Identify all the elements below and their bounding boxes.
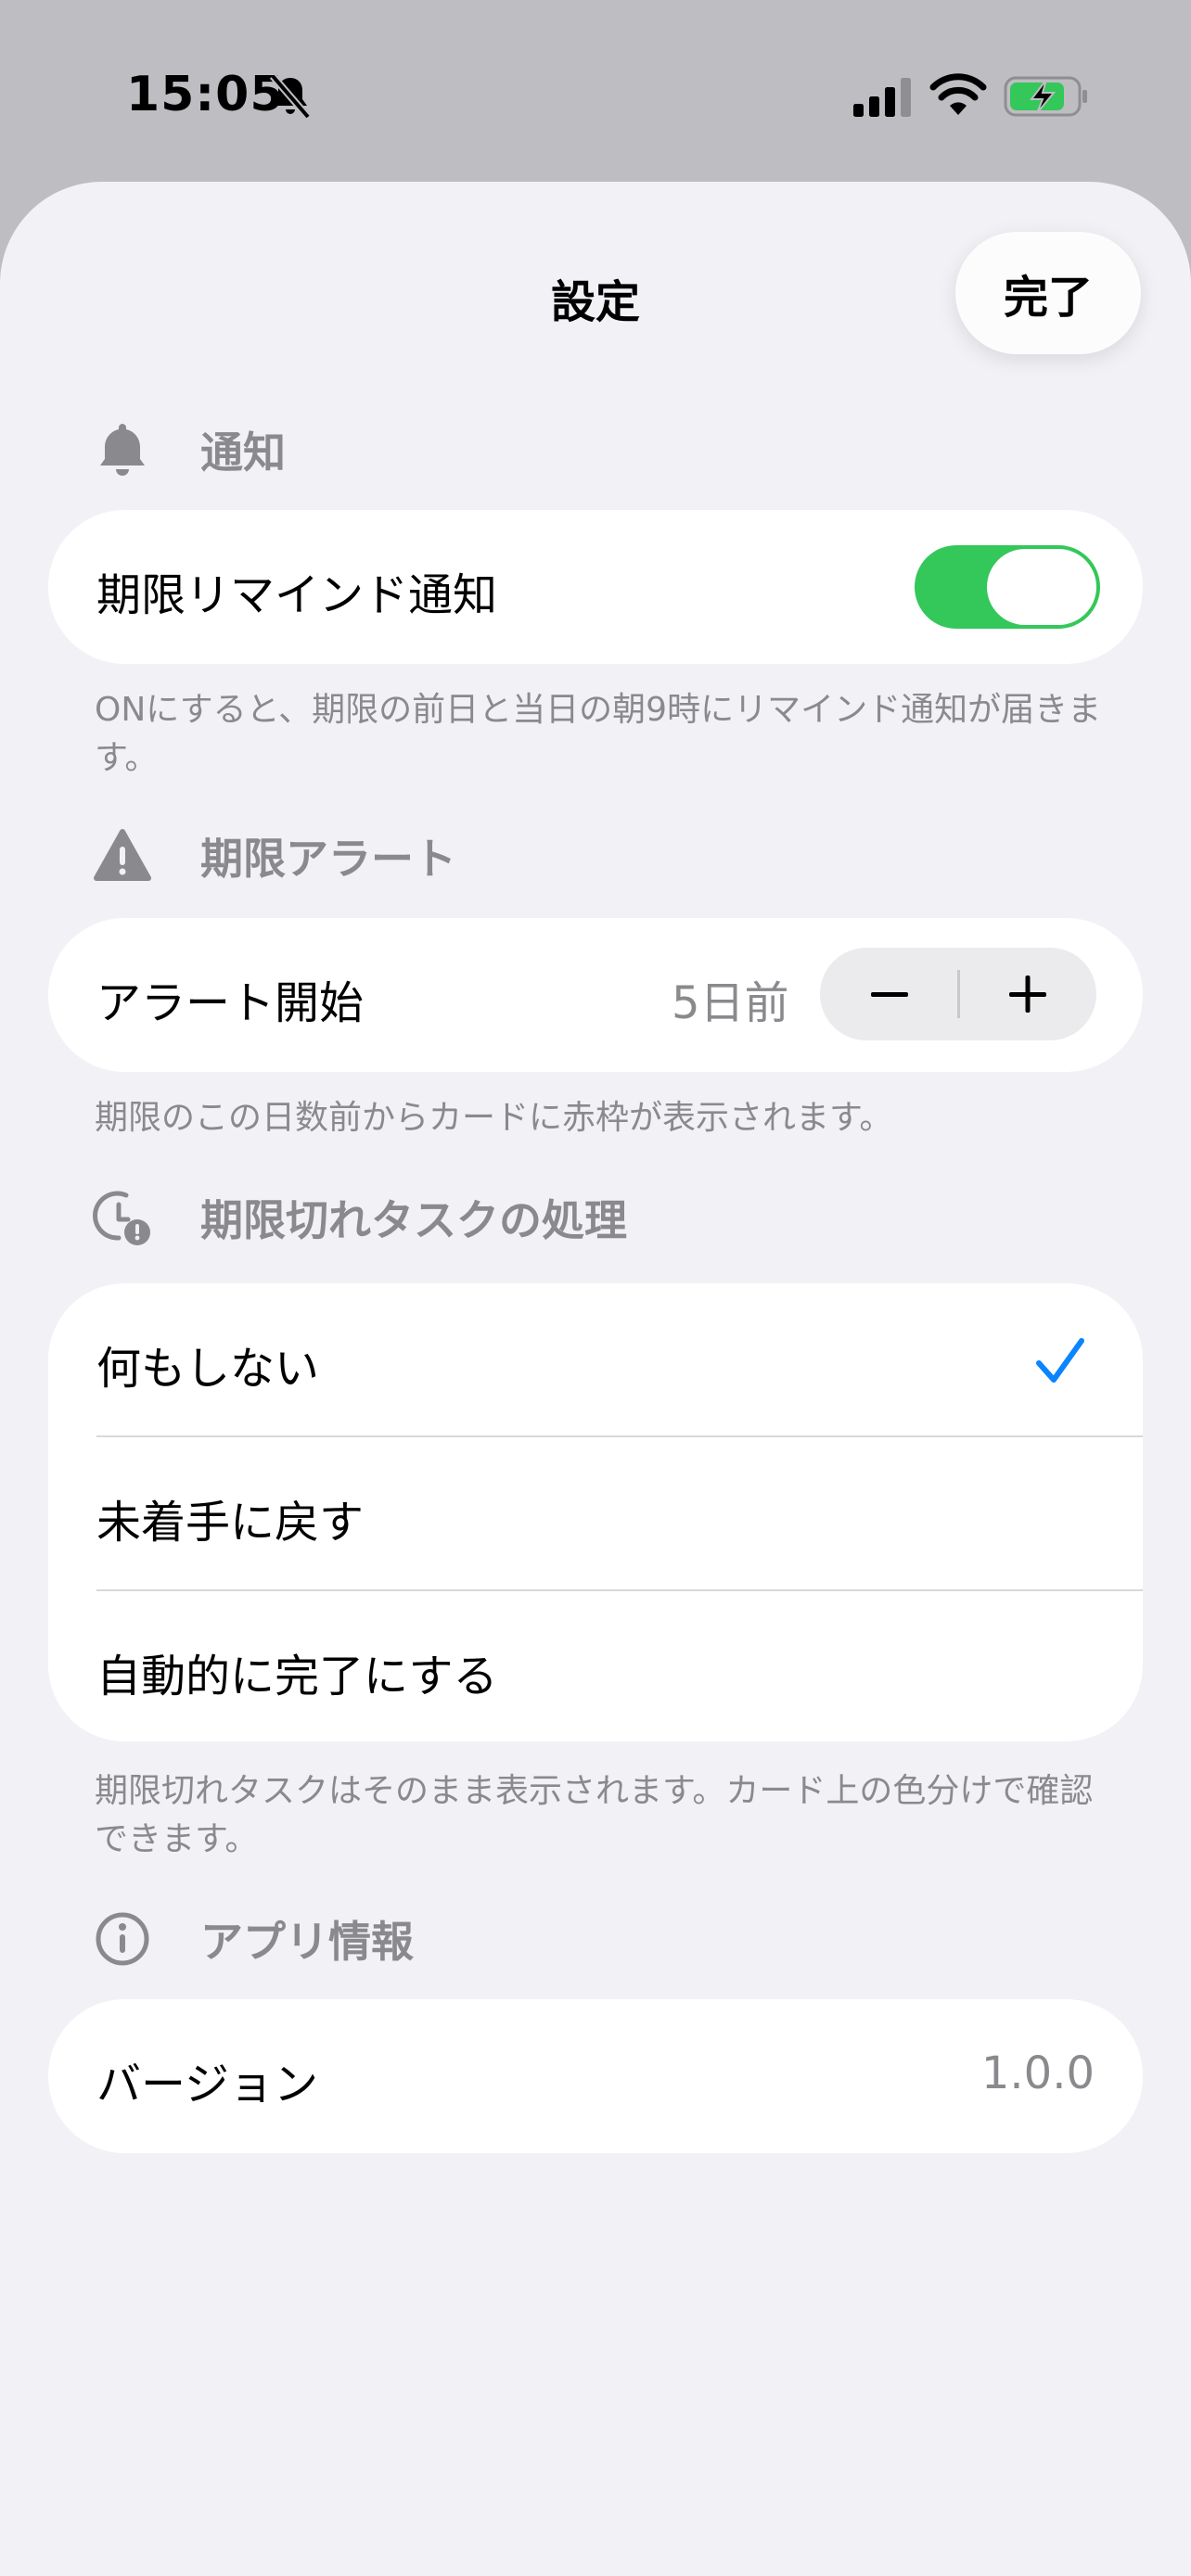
version-label: バージョン [96,2059,319,2111]
reminder-label: 期限リマインド通知 [96,569,498,621]
increment-button[interactable] [958,948,1096,1040]
section-title: 通知 [200,427,286,478]
plus-icon [1008,976,1046,1013]
clock-alert-icon [93,1191,150,1245]
warning-icon [94,829,151,881]
alert-card: アラート開始 5日前 [48,918,1143,1072]
app-info-card: バージョン 1.0.0 [48,1999,1143,2153]
alert-stepper[interactable] [820,948,1096,1040]
section-title: 期限アラート [200,834,456,884]
reminder-toggle[interactable] [915,545,1100,629]
settings-sheet: 設定 完了 通知 期限リマインド通知 ONにすると、期限の前日と当日の朝9時にリ… [0,182,1191,2576]
option-label: 未着手に戻す [96,1497,365,1549]
bell-icon [100,424,145,476]
section-header-alert: 期限アラート [93,814,456,898]
alert-value: 5日前 [672,977,789,1029]
option-reset-to-todo[interactable]: 未着手に戻す [48,1437,1143,1590]
overdue-footnote: 期限切れタスクはそのまま表示されます。カード上の色分けで確認できます。 [95,1772,1094,1858]
option-auto-complete[interactable]: 自動的に完了にする [48,1591,1143,1744]
minus-icon [870,992,908,997]
checkmark-icon [1036,1338,1084,1383]
decrement-button[interactable] [820,948,958,1040]
done-button[interactable]: 完了 [955,232,1141,354]
option-label: 何もしない [96,1343,320,1395]
info-icon [96,1912,149,1966]
bell-slash-icon [269,73,312,120]
cellular-signal-icon [853,78,911,117]
status-bar: 15:05 [0,0,1191,185]
option-do-nothing[interactable]: 何もしない [48,1283,1143,1436]
alert-start-label: アラート開始 [96,977,365,1029]
battery-charging-icon [1004,76,1087,117]
section-title: 期限切れタスクの処理 [200,1195,627,1245]
wifi-icon [929,73,987,115]
section-header-overdue: 期限切れタスクの処理 [93,1176,627,1259]
reminder-footnote: ONにすると、期限の前日と当日の朝9時にリマインド通知が届きます。 [95,691,1102,777]
option-label: 自動的に完了にする [96,1651,498,1702]
alert-footnote: 期限のこの日数前からカードに赤枠が表示されます。 [95,1099,893,1137]
version-value: 1.0.0 [980,2047,1095,2099]
toggle-knob [987,549,1096,625]
section-header-app-info: アプリ情報 [93,1897,414,1981]
status-time: 15:05 [126,67,285,122]
section-header-notification: 通知 [93,408,286,491]
reminder-card: 期限リマインド通知 [48,510,1143,664]
overdue-options-card: 何もしない 未着手に戻す 自動的に完了にする [48,1283,1143,1741]
section-title: アプリ情報 [200,1917,414,1967]
